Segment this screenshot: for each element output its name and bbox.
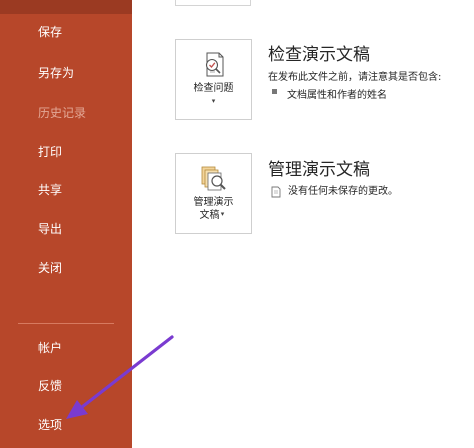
sidebar-item-share[interactable]: 共享 (38, 179, 62, 201)
sidebar-item-print[interactable]: 打印 (38, 141, 62, 163)
sidebar-item-options[interactable]: 选项 (38, 414, 62, 436)
chevron-down-icon: ▾ (220, 210, 225, 218)
check-issues-button[interactable]: 检查问题 ▾ (175, 39, 252, 120)
manage-documents-icon (199, 164, 229, 198)
inspect-document-icon (201, 50, 227, 84)
manage-presentation-title: 管理演示文稿 (268, 160, 370, 180)
sidebar-selected-item-partial[interactable] (0, 0, 132, 14)
sidebar-item-history: 历史记录 (38, 106, 87, 120)
manage-presentation-status: 没有任何未保存的更改。 (288, 186, 398, 197)
sidebar-item-account[interactable]: 帐户 (38, 337, 62, 359)
document-status-icon (270, 183, 282, 202)
sidebar-divider (18, 323, 114, 324)
inspect-presentation-description: 在发布此文件之前，请注意其是否包含: (268, 72, 442, 83)
manage-presentation-label-line2: 文稿 (199, 210, 220, 221)
inspect-bullet-item: 文档属性和作者的姓名 (287, 90, 387, 101)
previous-section-tile-edge (175, 0, 251, 6)
sidebar-item-save[interactable]: 保存 (38, 21, 62, 43)
backstage-sidebar: 保存 另存为 历史记录 打印 共享 导出 关闭 帐户 反馈 选项 (0, 0, 132, 448)
inspect-presentation-title: 检查演示文稿 (268, 45, 370, 65)
sidebar-item-feedback[interactable]: 反馈 (38, 375, 62, 397)
manage-presentation-label-line1: 管理演示 (193, 197, 234, 208)
sidebar-item-close[interactable]: 关闭 (38, 257, 62, 279)
chevron-down-icon: ▾ (211, 97, 216, 105)
sidebar-item-save-as[interactable]: 另存为 (38, 62, 74, 84)
manage-presentation-button[interactable]: 管理演示 文稿 ▾ (175, 153, 252, 234)
bullet-square-icon (272, 89, 277, 94)
check-issues-label: 检查问题 (193, 83, 234, 94)
sidebar-item-export[interactable]: 导出 (38, 218, 62, 240)
